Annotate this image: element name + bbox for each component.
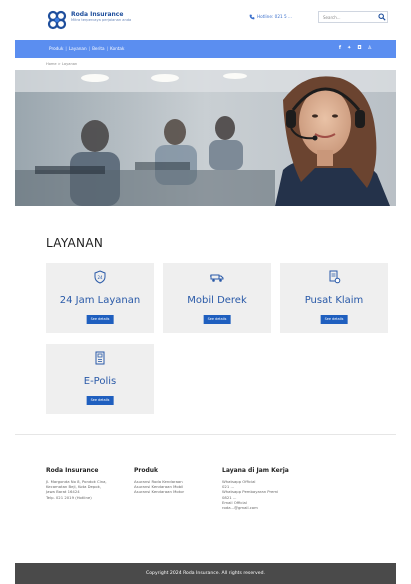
service-title: E-Polis [83,376,117,387]
search-icon[interactable] [378,13,386,21]
footer-line: Telp. 021 2019 (Hotline) [46,494,92,500]
hero-image [15,70,396,206]
footer-heading: Roda Insurance [46,467,99,474]
see-details-button[interactable]: See details [86,315,114,324]
breadcrumb-current: Layanan [61,62,78,66]
nav-item-layanan[interactable]: Layanan [69,46,87,51]
section-title: LAYANAN [46,236,104,250]
phone-icon [249,14,255,20]
nav-links: Produk | Layanan | Berita | Kontak [49,46,124,51]
footer-heading: Layana di Jam Kerja [222,467,289,474]
site-header: Roda Insurance Mitra terpercaya perjalan… [0,0,411,40]
nav-separator: | [106,46,109,51]
nav-item-berita[interactable]: Berita [92,46,105,51]
service-title: Pusat Klaim [304,295,364,306]
breadcrumb: Home > Layanan [46,62,78,66]
instagram-icon[interactable]: ◘ [357,45,361,51]
footer-heading: Produk [134,467,159,474]
brand: Roda Insurance Mitra terpercaya perjalan… [71,11,131,23]
brand-name: Roda Insurance [71,11,124,18]
24h-badge-icon: 24 [94,270,106,284]
copyright-text: Copyright 2024 Roda Insurance. All right… [146,571,265,576]
see-details-button[interactable]: See details [86,396,114,405]
see-details-button[interactable]: See details [320,315,348,324]
facebook-icon[interactable]: f [339,45,341,51]
twitter-icon[interactable]: ✦ [347,45,351,51]
claim-document-icon [329,270,341,284]
copyright-bar: Copyright 2024 Roda Insurance. All right… [15,563,396,584]
svg-text:24: 24 [97,275,103,280]
nav-item-kontak[interactable]: Kontak [110,46,124,51]
main-nav: Produk | Layanan | Berita | Kontak f ✦ ◘ ♙ [15,40,396,58]
service-title: Mobil Derek [187,295,247,306]
footer-col-company: Roda Insurance Jl. Margonda No 8, Pondok… [46,467,107,500]
footer-divider [15,434,396,435]
company-logo[interactable] [46,9,68,31]
linkedin-icon[interactable]: ♙ [368,45,372,51]
nav-separator: | [65,46,67,51]
hotline-text: Hotline: 021 5 ... [257,14,292,19]
footer-line: roda...@gmail.com [222,505,258,511]
see-details-button[interactable]: See details [203,315,231,324]
e-policy-icon [95,351,105,365]
service-card-pusat-klaim[interactable]: Pusat Klaim See details [280,263,388,333]
breadcrumb-home[interactable]: Home [46,62,57,66]
footer-link[interactable]: Asuransi Kendaraan Motor [134,489,184,494]
nav-item-produk[interactable]: Produk [49,46,63,51]
tow-truck-icon [210,274,224,282]
footer-col-contact: Layana di Jam Kerja Whatsapp Official 02… [222,467,289,510]
service-card-e-polis[interactable]: E-Polis See details [46,344,154,414]
brand-tagline: Mitra terpercaya perjalanan anda [71,18,132,22]
footer-col-produk: Produk Asuransi Roda Kendaraan Asuransi … [134,467,184,495]
social-links: f ✦ ◘ ♙ [339,45,372,51]
service-card-mobil-derek[interactable]: Mobil Derek See details [163,263,271,333]
service-title: 24 Jam Layanan [59,295,141,306]
service-card-24-jam[interactable]: 24 24 Jam Layanan See details [46,263,154,333]
hotline[interactable]: Hotline: 021 5 ... [249,14,292,20]
nav-separator: | [88,46,91,51]
